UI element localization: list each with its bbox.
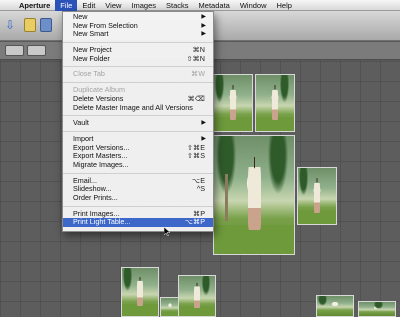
menu-bar: Aperture File Edit View Images Stacks Me…	[0, 0, 400, 11]
menu-item-delete-master[interactable]: Delete Master Image and All Versions	[63, 103, 213, 113]
new-folder-icon[interactable]	[24, 18, 36, 32]
menu-separator	[63, 82, 213, 84]
menu-view[interactable]: View	[100, 0, 126, 11]
menu-item-new-folder[interactable]: New Folder ⇧⌘N	[63, 54, 213, 64]
menu-separator	[63, 172, 213, 174]
photo-thumbnail[interactable]	[255, 74, 295, 132]
menu-item-migrate-images[interactable]: Migrate Images...	[63, 160, 213, 170]
photo-thumbnail-large[interactable]	[213, 135, 295, 255]
photo-thumbnail[interactable]	[160, 297, 180, 317]
menu-separator	[63, 205, 213, 207]
photo-thumbnail[interactable]	[297, 167, 337, 225]
menu-edit[interactable]: Edit	[77, 0, 100, 11]
submenu-arrow-icon: ▶	[201, 31, 206, 38]
menu-file[interactable]: File	[55, 0, 78, 11]
new-album-icon[interactable]	[40, 18, 52, 32]
photo-thumbnail[interactable]	[178, 275, 216, 317]
file-menu-dropdown: New ▶ New From Selection ▶ New Smart ▶ New …	[62, 11, 214, 232]
menu-window[interactable]: Window	[235, 0, 272, 11]
menu-aperture[interactable]: Aperture	[14, 0, 55, 11]
import-icon[interactable]: ⇩	[4, 18, 16, 32]
menu-help[interactable]: Help	[272, 0, 297, 11]
view-toggle-button[interactable]	[5, 45, 24, 56]
menu-separator	[63, 115, 213, 117]
stack-toggle-button[interactable]	[27, 45, 46, 56]
menu-separator	[63, 66, 213, 68]
photo-thumbnail[interactable]	[121, 267, 159, 317]
menu-images[interactable]: Images	[126, 0, 161, 11]
menu-separator	[63, 130, 213, 132]
menu-stacks[interactable]: Stacks	[161, 0, 194, 11]
menu-item-new-smart[interactable]: New Smart ▶	[63, 30, 213, 39]
menu-metadata[interactable]: Metadata	[194, 0, 235, 11]
submenu-arrow-icon: ▶	[201, 22, 206, 29]
menu-item-vault[interactable]: Vault ▶	[63, 118, 213, 128]
submenu-arrow-icon: ▶	[201, 120, 206, 127]
menu-item-print-light-table[interactable]: Print Light Table... ⌥⌘P	[63, 218, 213, 228]
menu-item-close-tab: Close Tab ⌘W	[73, 69, 205, 79]
photo-thumbnail[interactable]	[358, 301, 396, 317]
submenu-arrow-icon: ▶	[201, 14, 206, 20]
menu-separator	[63, 42, 213, 44]
menu-item-order-prints[interactable]: Order Prints...	[63, 193, 213, 203]
mouse-pointer-icon	[164, 227, 170, 236]
photo-thumbnail[interactable]	[213, 74, 253, 132]
photo-thumbnail[interactable]	[316, 295, 354, 317]
